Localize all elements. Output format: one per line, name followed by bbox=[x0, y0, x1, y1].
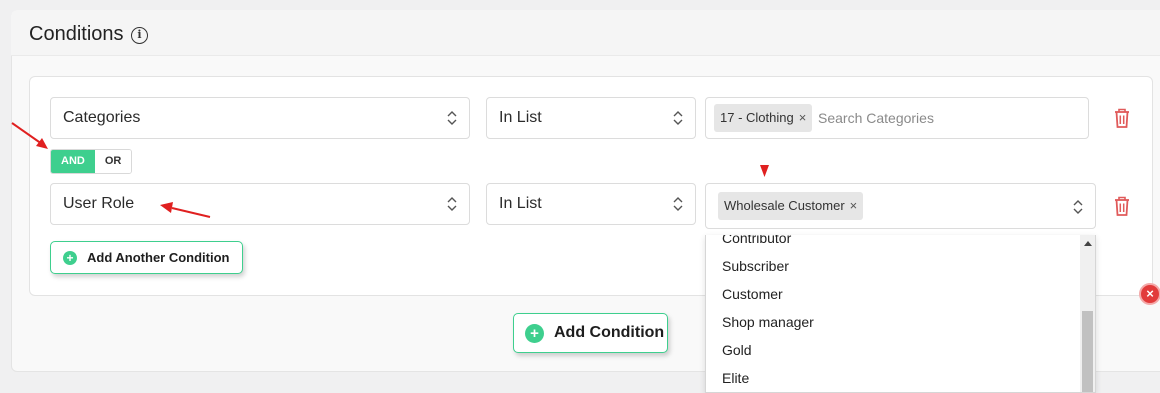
trash-icon[interactable] bbox=[1113, 107, 1131, 129]
chevron-updown-icon bbox=[673, 111, 683, 125]
and-or-toggle: AND OR bbox=[50, 149, 133, 174]
field-select-user-role[interactable]: User Role bbox=[50, 183, 470, 225]
chevron-updown-icon bbox=[447, 111, 457, 125]
panel-title: Conditions bbox=[29, 23, 124, 45]
chevron-updown-icon bbox=[673, 197, 683, 211]
operator-value: In List bbox=[499, 195, 542, 212]
panel-header bbox=[11, 10, 1160, 56]
selected-tag: 17 - Clothing × bbox=[714, 104, 813, 132]
plus-icon: + bbox=[525, 323, 544, 343]
chevron-updown-icon bbox=[447, 197, 457, 211]
scroll-up-arrow-icon[interactable] bbox=[1084, 241, 1092, 246]
tag-remove-icon[interactable]: × bbox=[799, 110, 807, 125]
dropdown-option[interactable]: Elite bbox=[722, 369, 749, 387]
field-select-categories[interactable]: Categories bbox=[50, 97, 470, 139]
and-button[interactable]: AND bbox=[51, 150, 95, 173]
user-role-dropdown: Contributor Subscriber Customer Shop man… bbox=[705, 235, 1096, 393]
trash-icon[interactable] bbox=[1113, 195, 1131, 217]
operator-select-row2[interactable]: In List bbox=[486, 183, 696, 225]
operator-value: In List bbox=[499, 109, 542, 126]
tag-label: 17 - Clothing bbox=[720, 110, 794, 125]
add-condition-label: Add Condition bbox=[554, 324, 665, 341]
dropdown-option[interactable]: Shop manager bbox=[722, 313, 814, 331]
operator-select-row1[interactable]: In List bbox=[486, 97, 696, 139]
selected-tag: Wholesale Customer × bbox=[718, 192, 864, 220]
add-condition-button[interactable]: + Add Condition bbox=[513, 313, 668, 353]
close-icon[interactable]: × bbox=[1139, 283, 1160, 305]
dropdown-option[interactable]: Gold bbox=[722, 341, 752, 359]
tag-label: Wholesale Customer bbox=[724, 198, 845, 213]
or-button[interactable]: OR bbox=[94, 150, 132, 173]
info-icon[interactable]: i bbox=[131, 27, 148, 44]
field-select-value: Categories bbox=[63, 109, 141, 126]
dropdown-option[interactable]: Subscriber bbox=[722, 257, 789, 275]
dropdown-option[interactable]: Contributor bbox=[722, 235, 791, 247]
scroll-thumb[interactable] bbox=[1082, 311, 1093, 392]
dropdown-option[interactable]: Customer bbox=[722, 285, 783, 303]
tag-remove-icon[interactable]: × bbox=[850, 198, 858, 213]
search-categories-input[interactable]: Search Categories bbox=[818, 108, 934, 128]
add-another-condition-label: Add Another Condition bbox=[87, 250, 230, 265]
chevron-updown-icon bbox=[1073, 200, 1083, 214]
plus-icon: + bbox=[63, 250, 77, 265]
add-another-condition-button[interactable]: + Add Another Condition bbox=[50, 241, 243, 274]
field-select-value: User Role bbox=[63, 195, 135, 212]
dropdown-scrollbar[interactable] bbox=[1080, 235, 1095, 392]
